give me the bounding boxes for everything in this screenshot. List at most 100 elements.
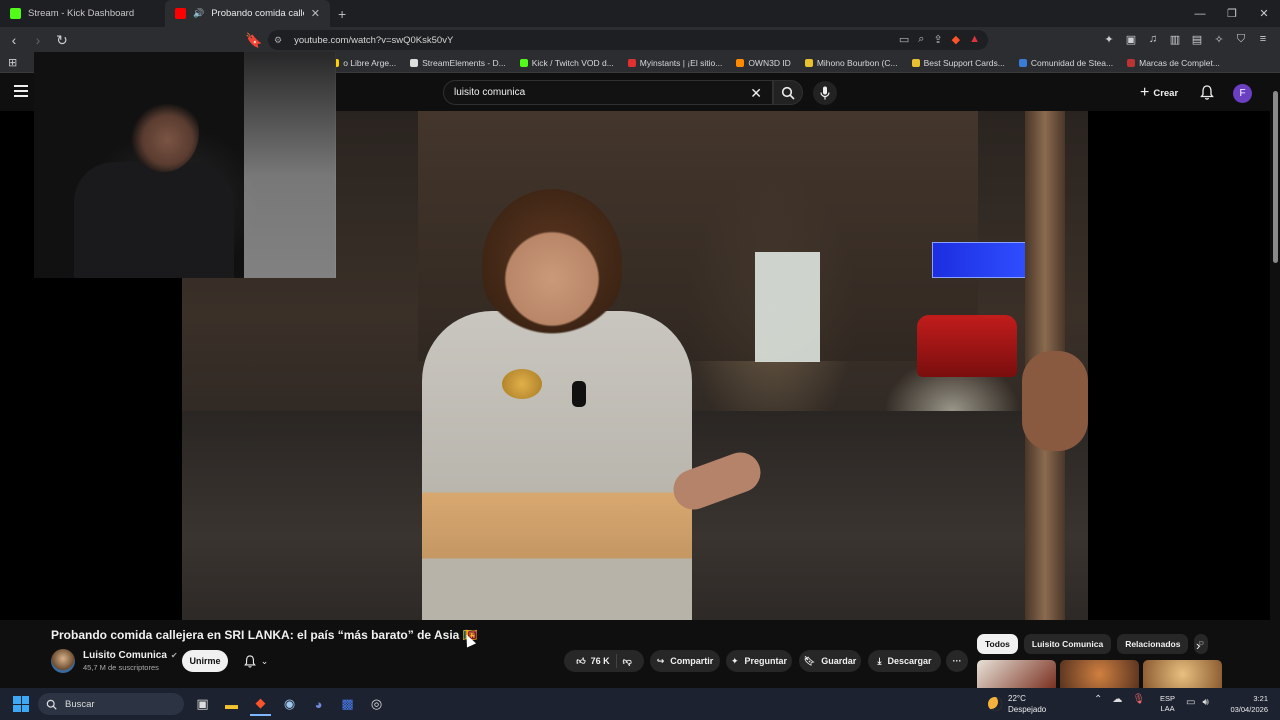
volume-icon[interactable]: 🔊︎ (1202, 697, 1208, 708)
bookmark-label: Myinstants | ¡El sitio... (639, 57, 723, 68)
taskbar-search[interactable]: Buscar (38, 693, 184, 715)
notifications-button[interactable] (1200, 85, 1214, 103)
close-tab-icon[interactable]: ✕ (311, 7, 320, 20)
weather-widget[interactable]: 22°C Despejado (988, 693, 1046, 715)
scrollbar-thumb[interactable] (1273, 91, 1278, 263)
bookmark-item[interactable]: Marcas de Complet... (1127, 58, 1220, 68)
bookmark-item[interactable]: OWN3D ID (736, 58, 791, 68)
bookmark-item[interactable]: Mihono Bourbon (C... (804, 58, 898, 68)
join-button[interactable]: Unirme (182, 650, 228, 672)
channel-avatar[interactable] (51, 649, 75, 673)
minimize-icon[interactable]: — (1184, 0, 1216, 27)
restore-icon[interactable]: ❐ (1216, 0, 1248, 27)
microphone-icon[interactable]: 🎙︎ (1132, 694, 1145, 705)
clock-time: 3:21 (1253, 694, 1268, 703)
related-filter-chips: Todos Luisito Comunica Relacionados P (977, 634, 1209, 654)
back-icon[interactable]: ‹ (4, 30, 24, 50)
bookmark-label: StreamElements - D... (422, 57, 506, 68)
taskbar-apps: ▣ ▬ ◆ ◉ ◕ ▩ ◎ (192, 692, 387, 716)
apps-grid-icon[interactable]: ⊞ (8, 56, 17, 69)
bookmark-favicon (519, 58, 528, 67)
bookmark-item[interactable]: Comunidad de Stea... (1018, 58, 1113, 68)
dislike-button[interactable]: 👎︎ (623, 656, 632, 667)
sidebar-icon[interactable]: ▥ (1168, 30, 1182, 48)
monitor-icon[interactable]: ▭ (1186, 697, 1195, 708)
screenshot-icon[interactable]: ▣ (1124, 30, 1138, 48)
search-input[interactable] (454, 87, 734, 98)
windows-start-icon[interactable] (13, 696, 29, 712)
page-scrollbar[interactable] (1270, 73, 1280, 688)
chip-all[interactable]: Todos (977, 634, 1018, 654)
save-button[interactable]: 🔖︎ Guardar (799, 650, 861, 672)
taskbar-clock[interactable]: 3:21 03/04/2026 (1222, 693, 1268, 715)
extensions-icon[interactable]: ✦ (1102, 30, 1116, 48)
site-settings-icon[interactable]: ⚙ (274, 35, 282, 46)
download-button[interactable]: ⤓ Descargar (868, 650, 941, 672)
leo-ai-icon[interactable]: ✧ (1212, 30, 1226, 48)
bookmark-item[interactable]: o Libre Arge... (331, 58, 396, 68)
brave-shields-icon[interactable]: ◆ (952, 33, 960, 46)
media-icon[interactable]: ♫ (1146, 30, 1160, 48)
zoom-icon[interactable]: ⌕ (918, 33, 924, 46)
ask-button[interactable]: ✦ Preguntar (726, 650, 792, 672)
bookmark-favicon (1018, 58, 1027, 67)
brave-browser-icon[interactable]: ◆ (250, 692, 271, 716)
speaker-icon[interactable]: 🔊 (193, 8, 204, 19)
network-app-icon[interactable]: ☁ (1112, 694, 1122, 705)
related-video-thumbnail[interactable] (977, 660, 1056, 688)
close-window-icon[interactable]: ✕ (1248, 0, 1280, 27)
share-page-icon[interactable]: ⇪ (933, 33, 942, 46)
voice-search-button[interactable] (813, 81, 837, 105)
chevron-right-icon[interactable]: › (1196, 638, 1200, 653)
related-video-thumbnail[interactable] (1143, 660, 1222, 688)
discord-icon[interactable]: ◕ (308, 692, 329, 716)
cast-icon[interactable]: ▭ (899, 33, 909, 46)
ask-label: Preguntar (744, 656, 788, 666)
reload-icon[interactable]: ↻ (52, 30, 72, 50)
menu-icon[interactable] (14, 85, 28, 97)
vpn-icon[interactable]: ⛉ (1234, 30, 1248, 48)
thumbs-up-icon: 👍︎ (576, 655, 586, 666)
chip-channel[interactable]: Luisito Comunica (1023, 634, 1112, 654)
new-tab-button[interactable]: + (338, 6, 346, 22)
channel-name-link[interactable]: Luisito Comunica ✔ (83, 650, 178, 661)
tab-youtube-video[interactable]: 🔊 Probando comida callejera en ✕ (165, 0, 330, 27)
subscriber-count: 45,7 M de suscriptores (83, 663, 159, 672)
task-view-icon[interactable]: ▣ (192, 692, 213, 716)
bookmark-item[interactable]: Best Support Cards... (911, 58, 1005, 68)
search-button[interactable] (773, 80, 803, 105)
obs-icon[interactable]: ◎ (366, 692, 387, 716)
address-actions: ▭ ⌕ ⇪ ◆ ▲ (899, 33, 980, 46)
clear-search-icon[interactable]: ✕ (750, 85, 762, 102)
url-text: youtube.com/watch?v=swQ0Ksk50vY (294, 34, 454, 46)
bell-icon (243, 654, 256, 668)
scene-red-car (917, 315, 1017, 377)
steam-icon[interactable]: ◉ (279, 692, 300, 716)
bookmark-label: OWN3D ID (748, 57, 791, 68)
bell-icon (1200, 85, 1214, 100)
bookmark-item[interactable]: StreamElements - D... (410, 58, 506, 68)
related-video-thumbnail[interactable] (1060, 660, 1139, 688)
wallet-icon[interactable]: ▤ (1190, 30, 1204, 48)
file-explorer-icon[interactable]: ▬ (221, 692, 242, 716)
tab-kick-dashboard[interactable]: Stream - Kick Dashboard (0, 0, 165, 27)
bookmark-item[interactable]: Myinstants | ¡El sitio... (627, 57, 723, 68)
bookmark-icon[interactable]: 🔖 (244, 30, 264, 50)
language-indicator[interactable]: ESP LAA (1160, 694, 1175, 714)
weather-temp: 22°C (1008, 694, 1026, 703)
share-button[interactable]: ↪ Compartir (650, 650, 720, 672)
account-avatar[interactable]: F (1233, 84, 1252, 103)
system-tray: ⌃ ☁ 🎙︎ (1094, 694, 1145, 705)
chevron-up-icon[interactable]: ⌃ (1094, 694, 1102, 705)
brave-rewards-icon[interactable]: ▲ (969, 33, 980, 46)
address-bar[interactable]: ⚙ youtube.com/watch?v=swQ0Ksk50vY ▭ ⌕ ⇪ … (268, 30, 988, 50)
subscription-bell-button[interactable]: ⌄ (236, 650, 276, 672)
chip-related[interactable]: Relacionados (1117, 634, 1189, 654)
menu-icon[interactable]: ≡ (1256, 30, 1270, 48)
app-icon[interactable]: ▩ (337, 692, 358, 716)
like-button[interactable]: 👍︎ 76 K (576, 656, 609, 667)
create-button[interactable]: + Crear (1140, 82, 1178, 104)
forward-icon[interactable]: › (28, 30, 48, 50)
bookmark-item[interactable]: Kick / Twitch VOD d... (519, 58, 614, 68)
more-actions-button[interactable]: ··· (946, 650, 968, 672)
